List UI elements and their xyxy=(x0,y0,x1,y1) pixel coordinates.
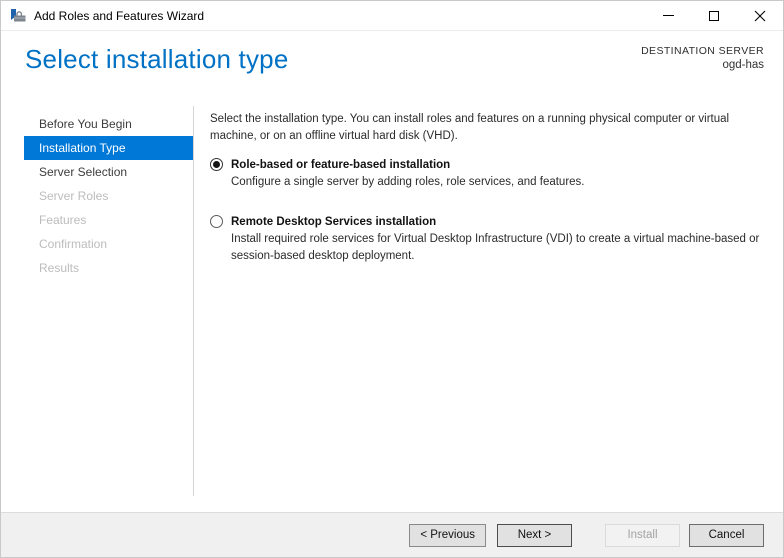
minimize-icon xyxy=(663,15,674,16)
sidebar-item-server-roles: Server Roles xyxy=(24,184,193,208)
close-button[interactable] xyxy=(737,1,783,30)
install-button: Install xyxy=(605,524,680,547)
option-rds: Remote Desktop Services installation Ins… xyxy=(210,215,765,265)
option-role-based: Role-based or feature-based installation… xyxy=(210,158,765,191)
option-rds-label[interactable]: Remote Desktop Services installation xyxy=(231,216,436,228)
maximize-icon xyxy=(709,11,719,21)
sidebar-item-confirmation: Confirmation xyxy=(24,232,193,256)
page-title: Select installation type xyxy=(25,44,289,75)
wizard-header: Select installation type DESTINATION SER… xyxy=(1,32,783,106)
close-icon xyxy=(754,10,766,22)
destination-server-label: DESTINATION SERVER xyxy=(641,45,764,57)
footer-buttons: < Previous Next > Install Cancel xyxy=(409,524,783,547)
option-role-based-head: Role-based or feature-based installation xyxy=(210,158,765,171)
radio-role-based-installation[interactable] xyxy=(210,158,223,171)
maximize-button[interactable] xyxy=(691,1,737,30)
next-button[interactable]: Next > xyxy=(497,524,572,547)
destination-server-block: DESTINATION SERVER ogd-has xyxy=(641,45,764,71)
window-title: Add Roles and Features Wizard xyxy=(34,9,204,23)
sidebar-item-server-selection[interactable]: Server Selection xyxy=(24,160,193,184)
window-controls xyxy=(645,1,783,30)
wizard-main-pane: Select the installation type. You can in… xyxy=(210,111,765,265)
previous-button[interactable]: < Previous xyxy=(409,524,486,547)
destination-server-name: ogd-has xyxy=(641,59,764,71)
sidebar-item-before-you-begin[interactable]: Before You Begin xyxy=(24,112,193,136)
option-rds-head: Remote Desktop Services installation xyxy=(210,215,765,228)
sidebar-item-features: Features xyxy=(24,208,193,232)
wizard-steps-sidebar: Before You Begin Installation Type Serve… xyxy=(1,106,194,496)
sidebar-item-installation-type[interactable]: Installation Type xyxy=(24,136,193,160)
wizard-window: Add Roles and Features Wizard Select ins… xyxy=(0,0,784,558)
intro-text: Select the installation type. You can in… xyxy=(210,111,765,145)
wizard-body: Before You Begin Installation Type Serve… xyxy=(1,106,783,512)
server-manager-toolbox-icon xyxy=(10,8,26,24)
option-role-based-description: Configure a single server by adding role… xyxy=(231,174,765,191)
radio-remote-desktop-installation[interactable] xyxy=(210,215,223,228)
option-rds-description: Install required role services for Virtu… xyxy=(231,231,765,265)
sidebar-item-results: Results xyxy=(24,256,193,280)
minimize-button[interactable] xyxy=(645,1,691,30)
option-role-based-label[interactable]: Role-based or feature-based installation xyxy=(231,159,450,171)
wizard-footer: < Previous Next > Install Cancel xyxy=(1,512,783,557)
title-bar: Add Roles and Features Wizard xyxy=(1,1,783,31)
cancel-button[interactable]: Cancel xyxy=(689,524,764,547)
